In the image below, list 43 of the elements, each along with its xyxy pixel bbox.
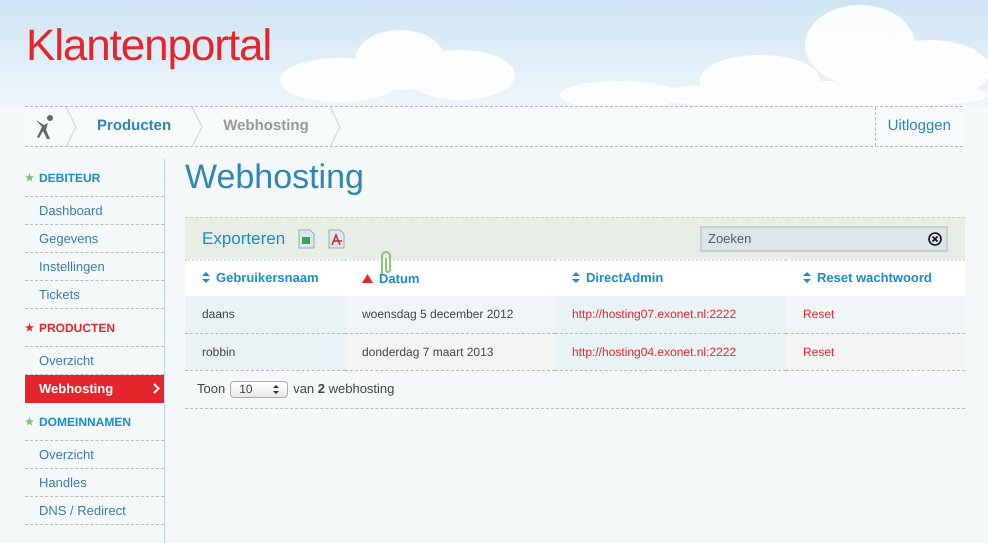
table-link[interactable]: Reset (803, 307, 834, 322)
spreadsheet-file-icon[interactable] (297, 228, 318, 248)
page-size-select[interactable]: 10 (230, 380, 288, 398)
sidebar-item[interactable]: Tickets (25, 281, 164, 309)
updown-icon (273, 384, 280, 394)
sidebar-item[interactable]: Dashboard (25, 197, 164, 225)
table-link[interactable]: http://hosting07.exonet.nl:2222 (572, 307, 736, 322)
pager-label: Toon (197, 380, 226, 398)
export-label: Exporteren (202, 228, 286, 250)
logout-link[interactable]: Uitloggen (874, 107, 963, 146)
column-header[interactable]: Reset wachtwoord (786, 260, 965, 296)
table-link[interactable]: http://hosting04.exonet.nl:2222 (572, 344, 736, 358)
sidebar-item[interactable]: DNS / Redirect (25, 497, 164, 525)
breadcrumb-link[interactable]: Webhosting (203, 115, 329, 138)
table-cell: woensdag 5 december 2012 (345, 296, 555, 333)
sidebar-item[interactable]: Webhosting (25, 375, 164, 403)
chevron-separator-icon (191, 106, 204, 146)
column-header[interactable]: Datum (345, 260, 555, 296)
clear-icon[interactable] (928, 232, 942, 246)
sidebar-heading: DEBITEUR (39, 170, 100, 186)
chevron-separator-icon (65, 106, 77, 146)
table-cell: donderdag 7 maart 2013 (345, 333, 555, 370)
search-field[interactable]: Zoeken (700, 226, 948, 252)
pager-summary: van 2 webhosting (293, 380, 394, 398)
sidebar-item[interactable]: Instellingen (25, 253, 164, 281)
column-header[interactable]: Gebruikersnaam (185, 260, 345, 296)
table-cell: robbin (185, 333, 345, 370)
sidebar-heading: PRODUCTEN (39, 320, 116, 336)
person-icon[interactable] (34, 114, 56, 140)
sidebar-item[interactable]: Handles (25, 469, 164, 497)
breadcrumb-link[interactable]: Producten (77, 115, 192, 138)
sidebar-item[interactable]: Overzicht (25, 441, 164, 469)
pdf-file-icon[interactable] (327, 228, 348, 248)
chevron-separator-icon (328, 106, 341, 146)
paperclip-icon (378, 248, 394, 276)
table-link[interactable]: Reset (803, 344, 834, 358)
sidebar-item[interactable]: Gegevens (25, 225, 164, 253)
portal-title: Klantenportal (26, 20, 271, 72)
chevron-right-icon (153, 383, 160, 394)
page-title: Webhosting (185, 157, 365, 197)
column-header[interactable]: DirectAdmin (555, 260, 786, 296)
sidebar-heading: DOMEINNAMEN (39, 414, 131, 430)
table-cell: daans (185, 296, 345, 333)
